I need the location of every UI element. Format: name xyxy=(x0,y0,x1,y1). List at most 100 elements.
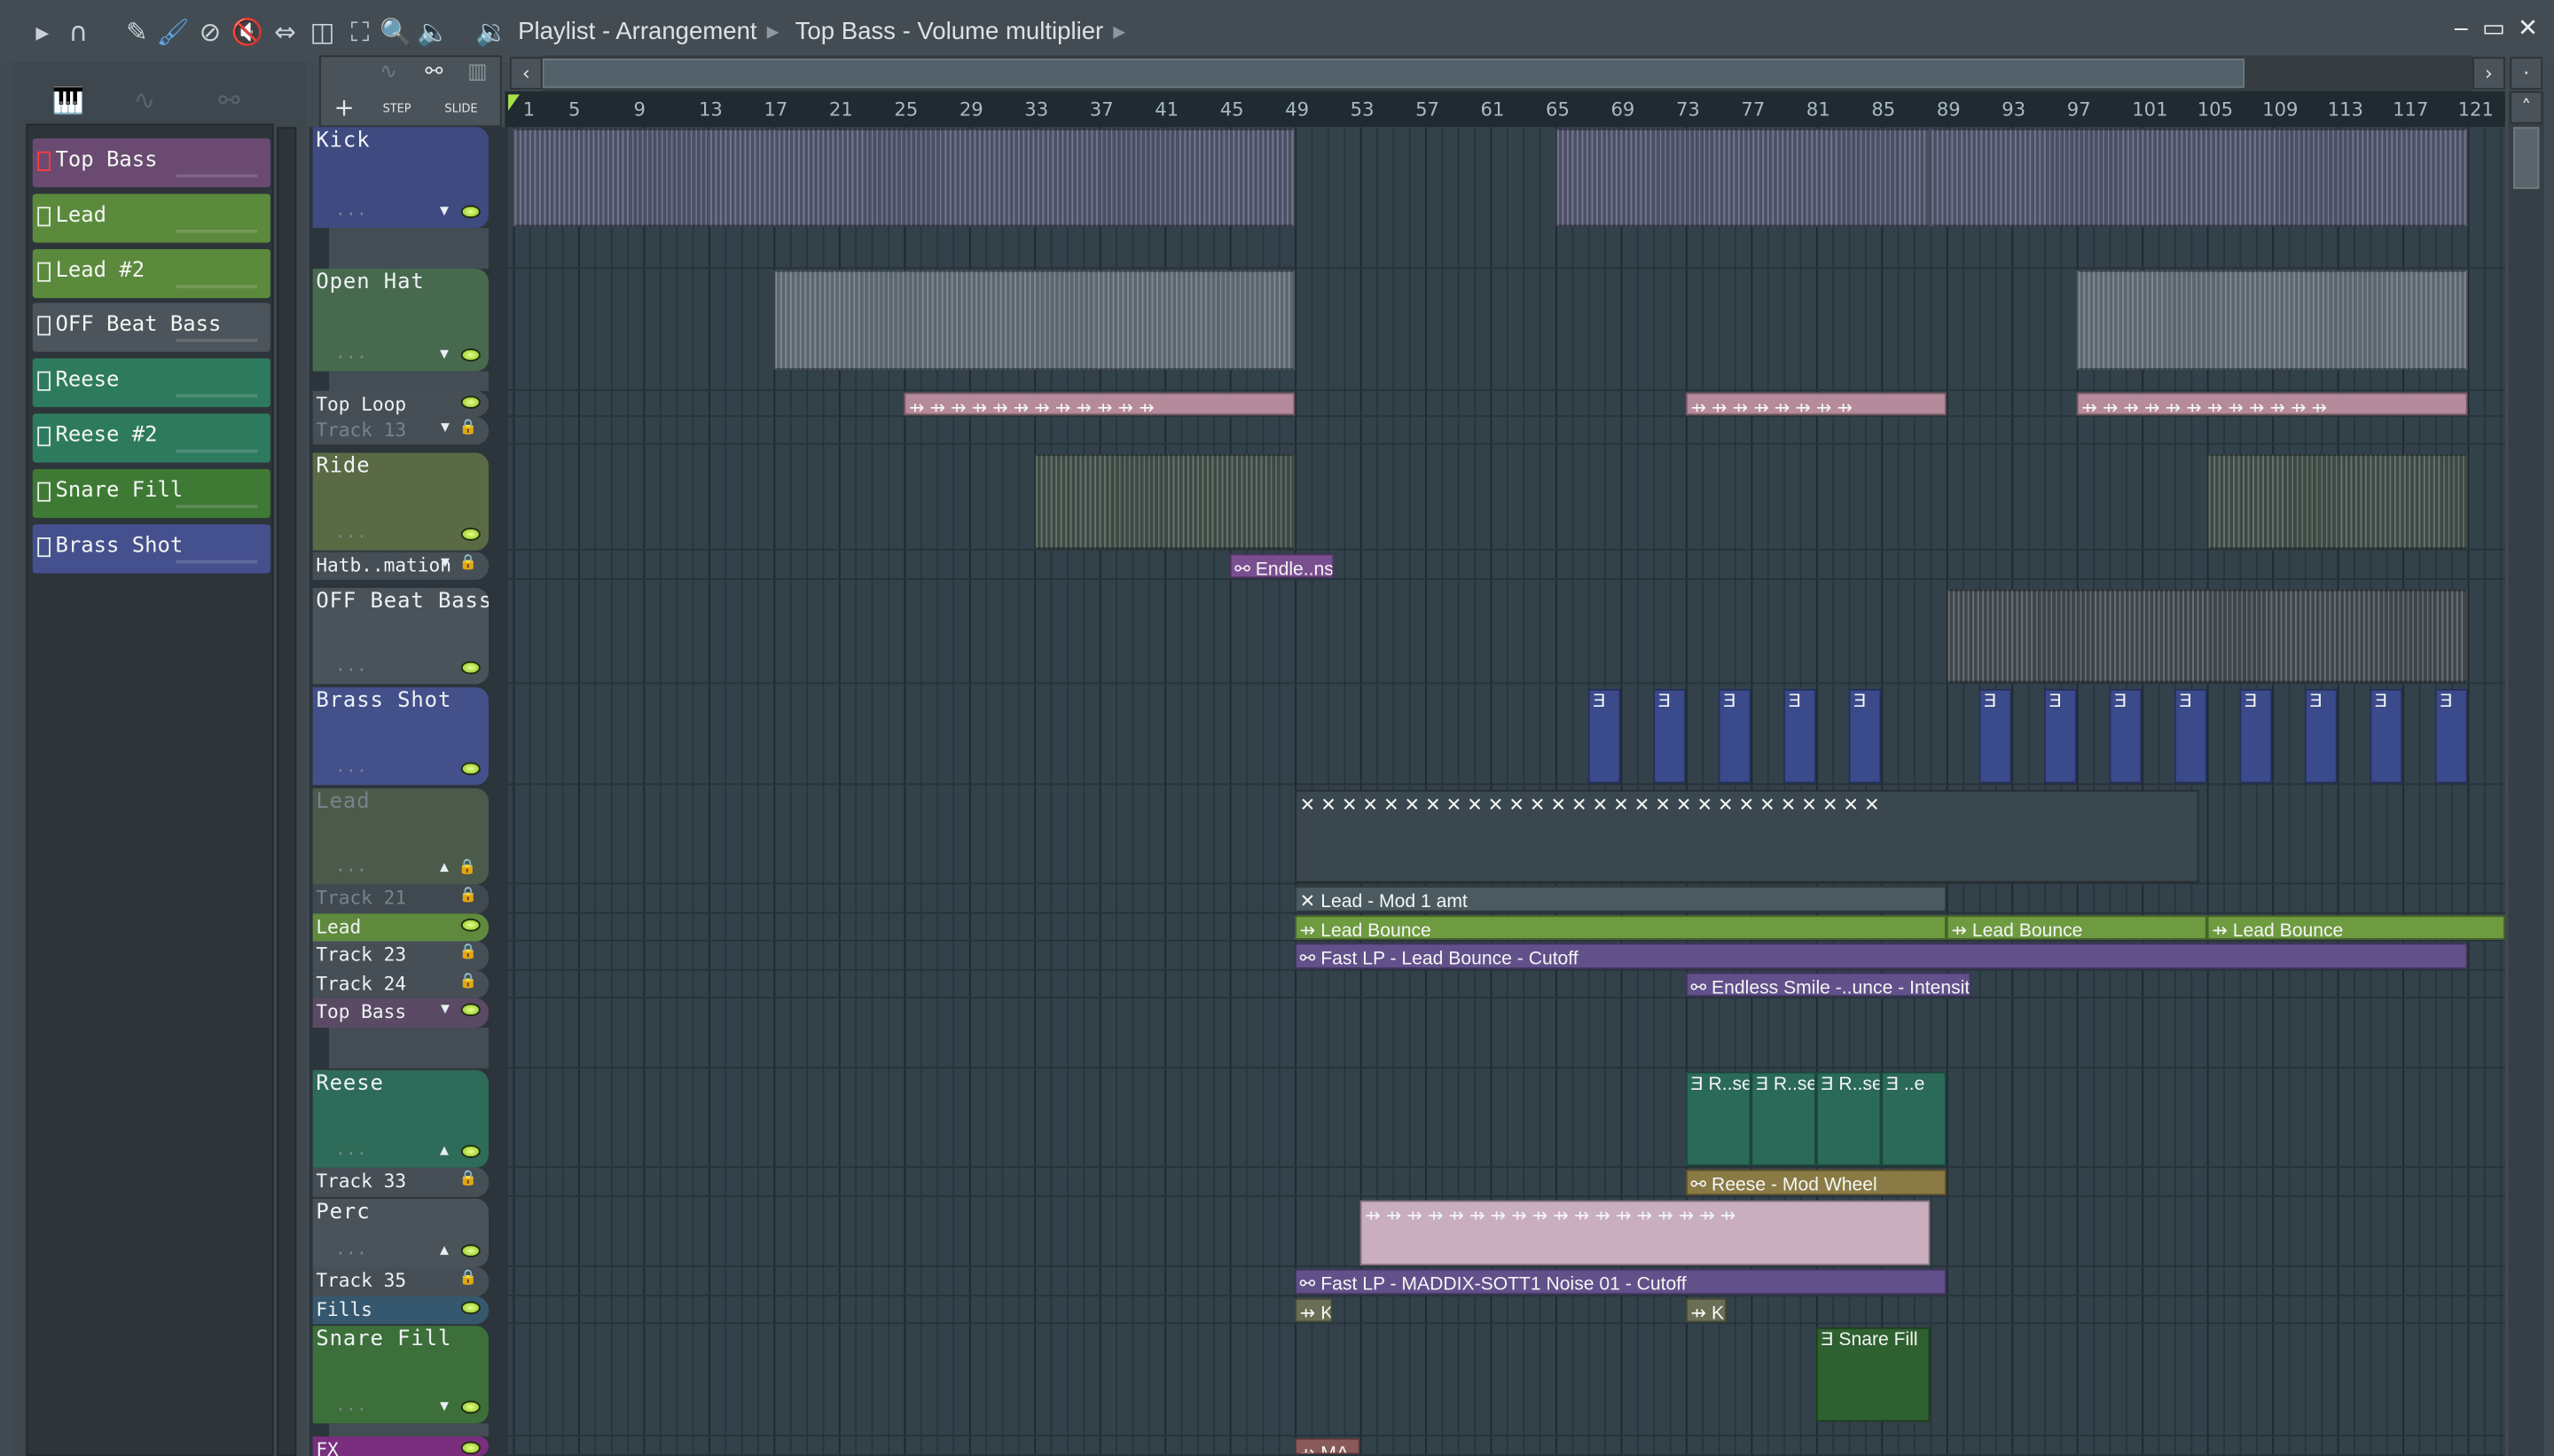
pattern-clip[interactable]: Ǝ xyxy=(1653,688,1686,784)
collapse-up-icon[interactable]: ▲ xyxy=(440,860,450,876)
pattern-clip[interactable] xyxy=(2206,454,2468,549)
audio-clip[interactable]: ⇸ ⇸ ⇸ ⇸ ⇸ ⇸ ⇸ ⇸ ⇸ ⇸ ⇸ ⇸ ⇸ ⇸ ⇸ ⇸ ⇸ ⇸ xyxy=(1359,1200,1931,1266)
pattern-clip[interactable]: Ǝ xyxy=(2109,688,2143,784)
audio-clip[interactable]: ⇸ K.. xyxy=(1685,1297,1727,1323)
pattern-clip[interactable]: Ǝ R..se xyxy=(1685,1071,1751,1167)
track-header-kick[interactable]: Kick ▼... xyxy=(312,127,490,229)
audio-clip[interactable]: ⇸ ⇸ ⇸ ⇸ ⇸ ⇸ ⇸ ⇸ ⇸ ⇸ ⇸ ⇸ xyxy=(904,392,1296,416)
track-options-icon[interactable]: ... xyxy=(335,1142,367,1160)
pattern-clip[interactable]: Ǝ R..se xyxy=(1751,1071,1816,1167)
channel-reese-2[interactable]: Reese #2 xyxy=(32,413,270,463)
track-lane[interactable] xyxy=(508,1436,2505,1456)
breadcrumb-playlist[interactable]: Playlist - Arrangement xyxy=(518,18,757,45)
track-enable-led[interactable] xyxy=(460,1301,481,1315)
waveform-icon[interactable]: ∿ xyxy=(134,85,156,116)
speaker-icon[interactable]: 🔉 xyxy=(475,16,508,47)
track-lane[interactable] xyxy=(508,453,2505,551)
pattern-clip[interactable]: Ǝ xyxy=(1978,688,2012,784)
track-header-off-beat-bass[interactable]: OFF Beat Bass... xyxy=(312,588,490,685)
pattern-clip[interactable]: Ǝ xyxy=(2044,688,2077,784)
audio-clip[interactable]: ⇸ Lead Bounce xyxy=(2206,915,2505,940)
track-options-icon[interactable]: ... xyxy=(335,1241,367,1259)
audio-filter-icon[interactable]: ∿ xyxy=(380,60,397,85)
auto-clip[interactable]: ⚯ Fast LP - Lead Bounce - Cutoff xyxy=(1295,943,2468,969)
track-header-hatb-mation[interactable]: Hatb..mation 🔒 ▼ xyxy=(312,552,490,580)
expand-down-icon[interactable]: ▼ xyxy=(440,347,450,363)
track-options-icon[interactable]: ... xyxy=(335,202,367,220)
pattern-clip[interactable] xyxy=(1946,589,2468,683)
lock-icon[interactable]: 🔒 xyxy=(459,555,478,571)
track-lane[interactable] xyxy=(508,417,2505,445)
channel-off-beat-bass[interactable]: OFF Beat Bass xyxy=(32,303,270,353)
auto-clip[interactable]: ⚯ Endle..nsit xyxy=(1229,553,1335,579)
select-tool-icon[interactable]: ⛶ xyxy=(344,16,377,49)
track-enable-led[interactable] xyxy=(460,1145,481,1158)
track-header-lead[interactable]: Lead xyxy=(312,913,490,942)
delete-tool-icon[interactable]: ⊘ xyxy=(194,16,227,47)
track-header-brass-shot[interactable]: Brass Shot... xyxy=(312,687,490,786)
track-header-track-24[interactable]: Track 24 🔒 xyxy=(312,970,490,998)
lock-icon[interactable]: 🔒 xyxy=(459,944,478,960)
track-header-track-21[interactable]: Track 21 🔒 xyxy=(312,884,490,914)
track-enable-led[interactable] xyxy=(460,762,481,776)
channel-snare-fill[interactable]: Snare Fill xyxy=(32,468,270,518)
track-lane[interactable] xyxy=(508,971,2505,998)
lock-icon[interactable]: 🔒 xyxy=(459,1171,478,1187)
track-header-snare-fill[interactable]: Snare Fill ▼... xyxy=(312,1326,490,1424)
audio-clip[interactable]: ⇸ K.. xyxy=(1295,1297,1333,1323)
track-lane[interactable] xyxy=(508,1168,2505,1197)
track-options-icon[interactable]: ... xyxy=(335,759,367,777)
automation-filter-icon[interactable]: ⚯ xyxy=(425,60,443,85)
channel-reese[interactable]: Reese xyxy=(32,358,270,408)
track-lane[interactable] xyxy=(508,1070,2505,1168)
track-header-track-13[interactable]: Track 13 🔒 ▼ xyxy=(312,417,490,445)
track-lane[interactable] xyxy=(508,1296,2505,1325)
pattern-clip[interactable] xyxy=(773,270,1296,370)
paint-tool-icon[interactable]: 🖌 xyxy=(156,16,189,47)
menu-arrow-icon[interactable]: ▸ xyxy=(26,16,59,47)
zoom-tool-icon[interactable]: 🔍 xyxy=(380,16,412,47)
track-header-fx[interactable]: FX xyxy=(312,1436,490,1456)
magnet-snap-icon[interactable]: ∩ xyxy=(62,16,95,47)
track-enable-led[interactable] xyxy=(460,205,481,219)
track-enable-led[interactable] xyxy=(460,661,481,675)
auto-clip[interactable]: ✕ Lead - Mod 1 amt xyxy=(1295,886,1947,912)
audio-clip[interactable]: ⇸ MA xyxy=(1295,1437,1360,1455)
close-button[interactable]: ✕ xyxy=(2513,13,2542,43)
track-lane[interactable] xyxy=(508,552,2505,580)
expand-down-icon[interactable]: ▼ xyxy=(440,1399,450,1415)
expand-down-icon[interactable]: ▼ xyxy=(440,204,450,220)
track-options-icon[interactable]: ... xyxy=(335,1397,367,1415)
lock-icon[interactable]: 🔒 xyxy=(458,860,478,876)
arrangement-overview[interactable] xyxy=(542,55,2473,91)
channel-top-bass[interactable]: Top Bass xyxy=(32,138,270,188)
pattern-clip[interactable]: Ǝ xyxy=(2174,688,2207,784)
track-header-top-bass[interactable]: Top Bass ▼ xyxy=(312,998,490,1028)
audio-clip[interactable]: ⇸ ⇸ ⇸ ⇸ ⇸ ⇸ ⇸ ⇸ xyxy=(1685,392,1947,416)
slide-toggle[interactable]: SLIDE xyxy=(444,103,477,116)
track-options-icon[interactable]: ... xyxy=(335,858,367,876)
timeline-ruler[interactable]: 1 5 9 13 17 21 25 29 33 37 41 45 49 53 57 61 65 69 73 77 81 8… xyxy=(505,90,2505,128)
vertical-scroll-thumb[interactable] xyxy=(2513,127,2540,190)
collapse-up-icon[interactable]: ▲ xyxy=(440,1143,450,1159)
scroll-up-button[interactable]: ˄ xyxy=(2510,90,2543,124)
track-enable-led[interactable] xyxy=(460,1244,481,1257)
track-header-track-35[interactable]: Track 35 🔒 xyxy=(312,1266,490,1297)
auto-clip[interactable]: ⚯ Endless Smile -..unce - Intensit xyxy=(1685,972,1971,998)
channel-brass-shot[interactable]: Brass Shot xyxy=(32,523,270,573)
pattern-clip[interactable]: Ǝ xyxy=(2239,688,2273,784)
minimize-button[interactable]: ‒ xyxy=(2447,13,2476,43)
automation-icon[interactable]: ⚯ xyxy=(218,85,240,116)
pattern-clip[interactable] xyxy=(2076,270,2468,370)
channel-lead-2[interactable]: Lead #2 xyxy=(32,248,270,298)
track-header-top-loop[interactable]: Top Loop xyxy=(312,390,490,418)
auto-clip[interactable]: ⚯ Fast LP - MADDIX-SOTT1 Noise 01 - Cuto… xyxy=(1295,1268,1947,1296)
add-track-button[interactable]: + xyxy=(334,93,355,122)
track-enable-led[interactable] xyxy=(460,1441,481,1455)
channel-list-scrollbar[interactable] xyxy=(277,127,297,1456)
pencil-tool-icon[interactable]: ✎ xyxy=(121,16,153,47)
track-enable-led[interactable] xyxy=(460,395,481,410)
track-options-icon[interactable]: ... xyxy=(335,524,367,542)
step-toggle[interactable]: STEP xyxy=(383,103,411,116)
piano-icon[interactable]: 🎹 xyxy=(52,85,85,116)
